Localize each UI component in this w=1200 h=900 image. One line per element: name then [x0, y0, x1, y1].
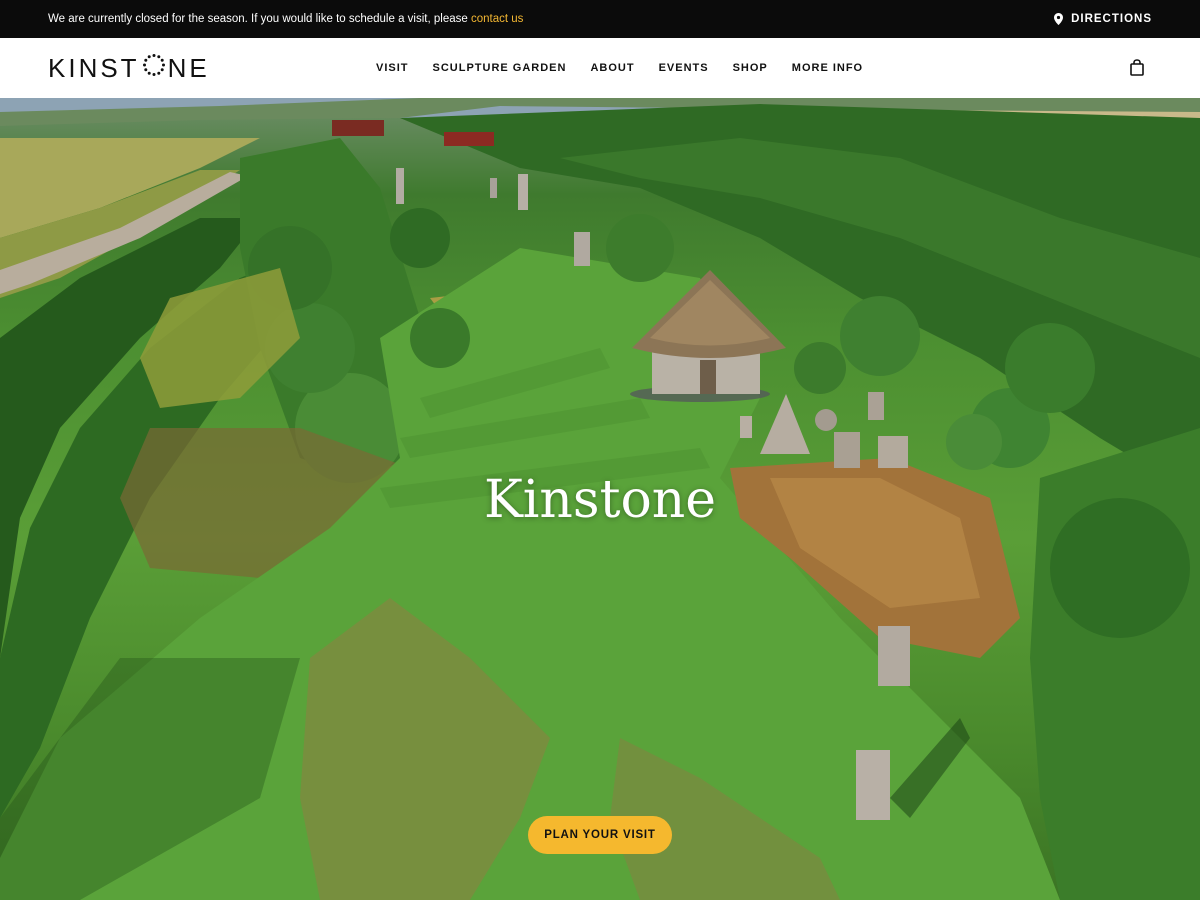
nav-item-sculpture-garden[interactable]: SCULPTURE GARDEN [433, 62, 567, 74]
map-pin-icon [1054, 13, 1064, 25]
nav-item-more-info[interactable]: MORE INFO [792, 62, 863, 74]
cart-button[interactable] [1130, 59, 1144, 81]
hero-section: Kinstone PLAN YOUR VISIT [0, 98, 1200, 900]
main-navbar: KINST NE VISIT SCULPTURE GARDEN ABOUT EV… [0, 38, 1200, 98]
directions-link[interactable]: DIRECTIONS [1054, 13, 1152, 25]
announcement-message: We are currently closed for the season. … [48, 13, 523, 25]
primary-nav: VISIT SCULPTURE GARDEN ABOUT EVENTS SHOP… [376, 38, 887, 98]
kinstone-logo[interactable]: KINST NE [48, 53, 210, 84]
announcement-bar: We are currently closed for the season. … [0, 0, 1200, 38]
nav-item-about[interactable]: ABOUT [590, 62, 634, 74]
announcement-text: We are currently closed for the season. … [48, 13, 471, 25]
logo-text-right: NE [167, 52, 210, 83]
shopping-bag-icon [1130, 59, 1144, 76]
nav-item-events[interactable]: EVENTS [659, 62, 709, 74]
contact-us-link[interactable]: contact us [471, 13, 523, 25]
logo-text-left: KINST [48, 52, 140, 83]
nav-item-visit[interactable]: VISIT [376, 62, 409, 74]
sun-ring-icon [142, 53, 166, 84]
directions-label: DIRECTIONS [1071, 13, 1152, 25]
plan-your-visit-button[interactable]: PLAN YOUR VISIT [528, 816, 672, 854]
hero-title: Kinstone [483, 470, 717, 530]
nav-item-shop[interactable]: SHOP [733, 62, 768, 74]
